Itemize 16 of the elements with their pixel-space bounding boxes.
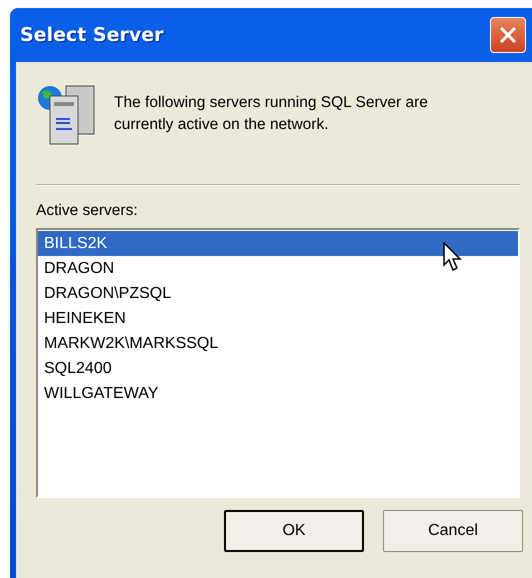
- info-message: The following servers running SQL Server are currently active on the network.: [114, 93, 429, 135]
- server-item[interactable]: SQL2400: [38, 356, 518, 381]
- list-label: Active servers:: [36, 202, 139, 220]
- mouse-cursor-icon: [443, 242, 463, 272]
- server-item[interactable]: WILLGATEWAY: [38, 381, 518, 406]
- server-item[interactable]: MARKW2K\MARKSSQL: [38, 331, 518, 356]
- server-item[interactable]: DRAGON: [38, 256, 518, 281]
- server-list[interactable]: BILLS2K DRAGON DRAGON\PZSQL HEINEKEN MARKW2K\MARKSSQL SQL2400 WILLGATEWAY: [36, 228, 520, 498]
- ok-button[interactable]: OK: [224, 510, 364, 552]
- server-item[interactable]: HEINEKEN: [38, 306, 518, 331]
- cancel-button[interactable]: Cancel: [383, 510, 523, 552]
- close-button[interactable]: [490, 17, 526, 53]
- server-item[interactable]: DRAGON\PZSQL: [38, 281, 518, 306]
- window-title: Select Server: [20, 24, 164, 46]
- close-icon: [499, 26, 517, 44]
- server-item[interactable]: BILLS2K: [38, 231, 518, 256]
